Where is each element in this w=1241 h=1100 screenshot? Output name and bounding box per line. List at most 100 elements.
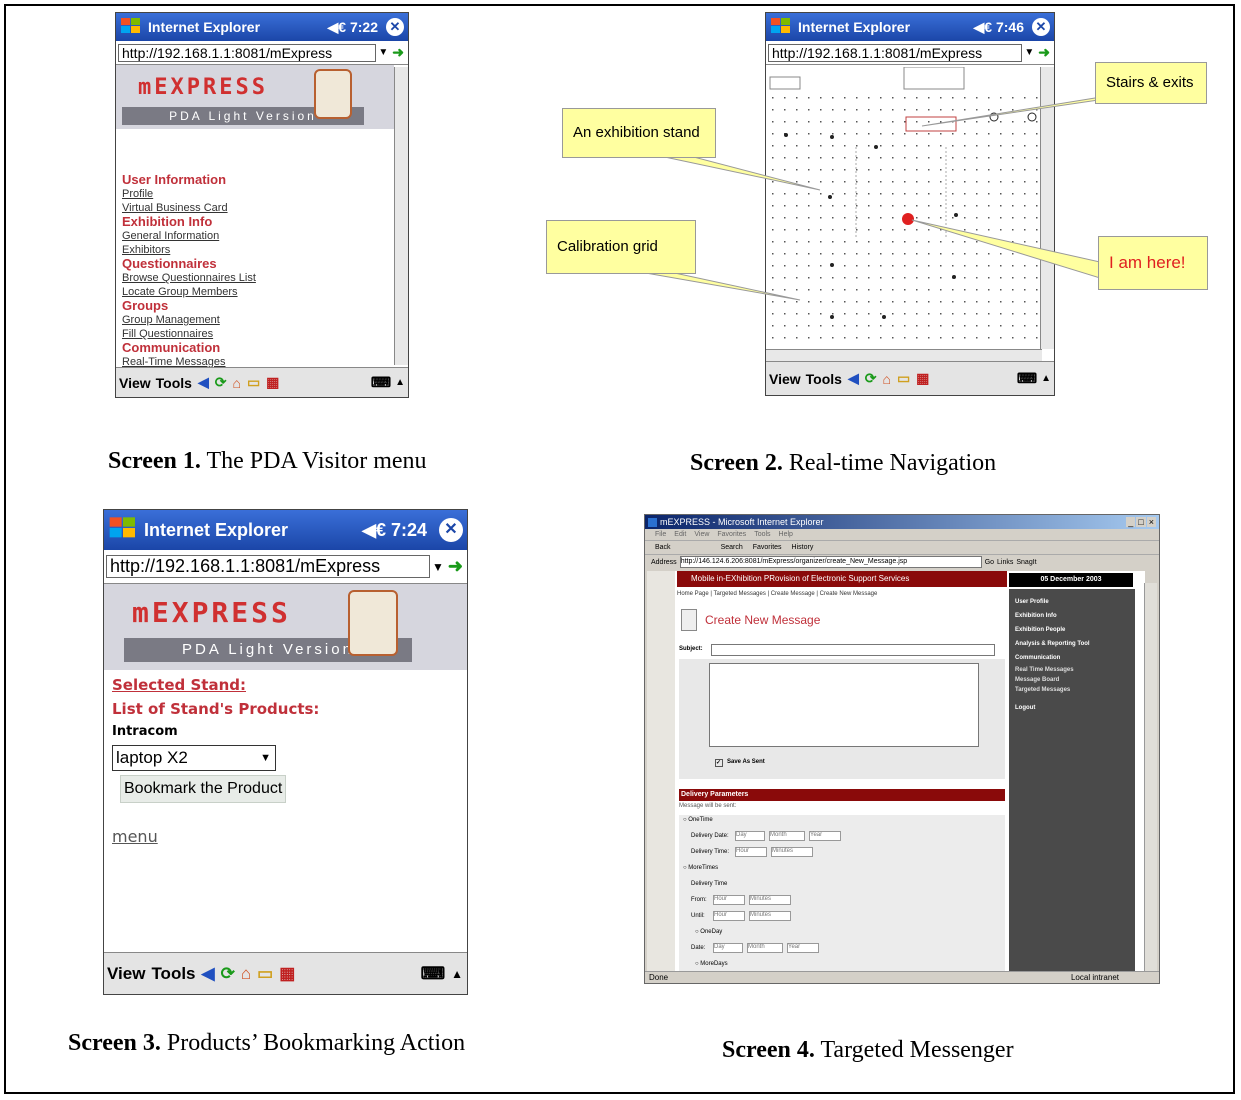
snagit-button[interactable]: SnagIt bbox=[1016, 559, 1036, 566]
side-item-analysis[interactable]: Analysis & Reporting Tool bbox=[1015, 637, 1135, 651]
screen3-address-bar: http://192.168.1.1:8081/mExpress ▼ ➜ bbox=[104, 550, 467, 584]
screen4-statusbar: Done Local intranet bbox=[645, 971, 1159, 983]
stand-products-heading: List of Stand's Products: bbox=[112, 700, 320, 718]
banner: Mobile in-EXhibition PRovision of Electr… bbox=[677, 571, 1007, 587]
page-left-gutter bbox=[647, 571, 675, 971]
history-icon[interactable]: ▦ bbox=[279, 964, 295, 984]
screen3-logo-banner: mEXPRESS PDA Light Version bbox=[104, 584, 467, 670]
screen3-app-title: Internet Explorer bbox=[144, 519, 289, 540]
one-time-radio[interactable]: ○ OneTime bbox=[683, 817, 713, 823]
side-item-targeted-messages[interactable]: Targeted Messages bbox=[1015, 685, 1135, 695]
keyboard-icon[interactable]: ⌨ bbox=[421, 964, 446, 984]
date-year-select[interactable]: Year bbox=[787, 943, 819, 953]
message-body-area bbox=[679, 659, 1005, 755]
date-month-select[interactable]: Month bbox=[747, 943, 783, 953]
sip-up-icon[interactable]: ▲ bbox=[451, 967, 463, 981]
menu-link[interactable]: menu bbox=[112, 827, 319, 846]
more-days-label: MoreDays bbox=[700, 961, 728, 967]
delivery-date-label: Delivery Date: bbox=[691, 833, 729, 839]
day-select[interactable]: Day bbox=[735, 831, 765, 841]
close-icon[interactable]: ✕ bbox=[439, 518, 463, 542]
from-minutes-select[interactable]: Minutes bbox=[749, 895, 791, 905]
menu-file[interactable]: File bbox=[655, 529, 666, 540]
mexpress-logo: mEXPRESS bbox=[132, 596, 291, 629]
date-label: Date: bbox=[691, 945, 706, 951]
from-hour-select[interactable]: Hour bbox=[713, 895, 745, 905]
side-item-real-time-messages[interactable]: Real Time Messages bbox=[1015, 665, 1135, 675]
year-select[interactable]: Year bbox=[809, 831, 841, 841]
until-hour-select[interactable]: Hour bbox=[713, 911, 745, 921]
date-day-select[interactable]: Day bbox=[713, 943, 743, 953]
delivery-parameters-header: Delivery Parameters bbox=[679, 789, 1005, 801]
until-label: Until: bbox=[691, 913, 705, 919]
menu-view[interactable]: View bbox=[694, 529, 709, 540]
company-name: Intracom bbox=[112, 724, 178, 739]
screen3-url-input[interactable]: http://192.168.1.1:8081/mExpress bbox=[106, 555, 431, 578]
menu-edit[interactable]: Edit bbox=[674, 529, 686, 540]
screen4-browser: mEXPRESS - Microsoft Internet Explorer _… bbox=[644, 514, 1160, 984]
screen2-caption: Screen 2. Real-time Navigation bbox=[690, 450, 996, 477]
callout-stairs-exits: Stairs & exits bbox=[1095, 62, 1207, 104]
back-arrow-icon[interactable]: ◀ bbox=[202, 964, 215, 984]
month-select[interactable]: Month bbox=[769, 831, 805, 841]
refresh-icon[interactable]: ⟳ bbox=[221, 964, 235, 984]
screen3-caption: Screen 3. Products’ Bookmarking Action bbox=[68, 1030, 465, 1057]
home-icon[interactable]: ⌂ bbox=[241, 964, 251, 984]
from-label: From: bbox=[691, 897, 707, 903]
bookmark-product-button[interactable]: Bookmark the Product bbox=[120, 775, 287, 803]
go-button[interactable]: Go bbox=[985, 559, 994, 566]
screen4-address-bar: Address http://146.124.6.206:8081/mExpre… bbox=[645, 554, 1159, 569]
screen4-menubar: File Edit View Favorites Tools Help bbox=[645, 529, 1159, 540]
save-as-sent-row: ✓ Save As Sent bbox=[679, 755, 1005, 779]
minimize-icon[interactable]: _ bbox=[1126, 517, 1136, 527]
go-arrow-icon[interactable]: ➜ bbox=[444, 556, 467, 577]
message-textarea[interactable] bbox=[709, 663, 979, 747]
search-button[interactable]: Search bbox=[721, 541, 743, 554]
view-menu[interactable]: View bbox=[107, 964, 145, 984]
favorites-button[interactable]: Favorites bbox=[753, 541, 782, 554]
close-icon[interactable]: × bbox=[1146, 517, 1156, 527]
subject-input[interactable] bbox=[711, 644, 995, 656]
history-button[interactable]: History bbox=[792, 541, 814, 554]
side-item-user-profile[interactable]: User Profile bbox=[1015, 595, 1135, 609]
side-item-exhibition-people[interactable]: Exhibition People bbox=[1015, 623, 1135, 637]
side-item-message-board[interactable]: Message Board bbox=[1015, 675, 1135, 685]
hour-select[interactable]: Hour bbox=[735, 847, 767, 857]
screen4-scrollbar[interactable] bbox=[1144, 583, 1157, 971]
status-zone: Local intranet bbox=[1070, 973, 1119, 982]
maximize-icon[interactable]: □ bbox=[1136, 517, 1146, 527]
menu-tools[interactable]: Tools bbox=[754, 529, 770, 540]
caption-number: Screen 4. bbox=[722, 1037, 815, 1063]
product-select[interactable]: laptop X2 ▼ bbox=[112, 745, 276, 771]
screen3-clock[interactable]: ◀€ 7:24 bbox=[362, 520, 427, 541]
menu-favorites[interactable]: Favorites bbox=[717, 529, 746, 540]
product-select-value: laptop X2 bbox=[116, 748, 188, 767]
favorites-icon[interactable]: ▭ bbox=[257, 964, 273, 984]
side-item-logout[interactable]: Logout bbox=[1015, 701, 1135, 715]
save-as-sent-label: Save As Sent bbox=[727, 759, 765, 765]
dropdown-arrow-icon[interactable]: ▼ bbox=[432, 560, 444, 574]
save-as-sent-checkbox[interactable]: ✓ bbox=[715, 759, 723, 767]
one-day-radio[interactable]: ○ OneDay bbox=[695, 929, 722, 935]
delivery-options: ○ OneTime Delivery Date: Day Month Year … bbox=[679, 815, 1005, 971]
one-day-label: OneDay bbox=[700, 929, 723, 935]
side-item-communication[interactable]: Communication bbox=[1015, 651, 1135, 665]
back-button[interactable]: Back bbox=[655, 541, 671, 554]
one-time-label: OneTime bbox=[688, 817, 713, 823]
tools-menu[interactable]: Tools bbox=[151, 964, 195, 984]
side-item-exhibition-info[interactable]: Exhibition Info bbox=[1015, 609, 1135, 623]
breadcrumb[interactable]: Home Page | Targeted Messages | Create M… bbox=[677, 591, 877, 597]
address-input[interactable]: http://146.124.6.206:8081/mExpress/organ… bbox=[679, 556, 982, 568]
until-minutes-select[interactable]: Minutes bbox=[749, 911, 791, 921]
delivery-time-label: Delivery Time: bbox=[691, 849, 730, 855]
menu-help[interactable]: Help bbox=[779, 529, 793, 540]
screen4-toolbar: Back Search Favorites History bbox=[645, 540, 1159, 554]
callout-i-am-here: I am here! bbox=[1098, 236, 1208, 290]
minutes-select[interactable]: Minutes bbox=[771, 847, 813, 857]
selected-stand-link[interactable]: Selected Stand: bbox=[112, 676, 319, 694]
windows-flag-icon[interactable] bbox=[108, 516, 138, 545]
caption-text: Real-time Navigation bbox=[782, 450, 997, 476]
more-times-radio[interactable]: ○ MoreTimes bbox=[683, 865, 718, 871]
links-button[interactable]: Links bbox=[997, 559, 1013, 566]
more-days-radio[interactable]: ○ MoreDays bbox=[695, 961, 728, 967]
